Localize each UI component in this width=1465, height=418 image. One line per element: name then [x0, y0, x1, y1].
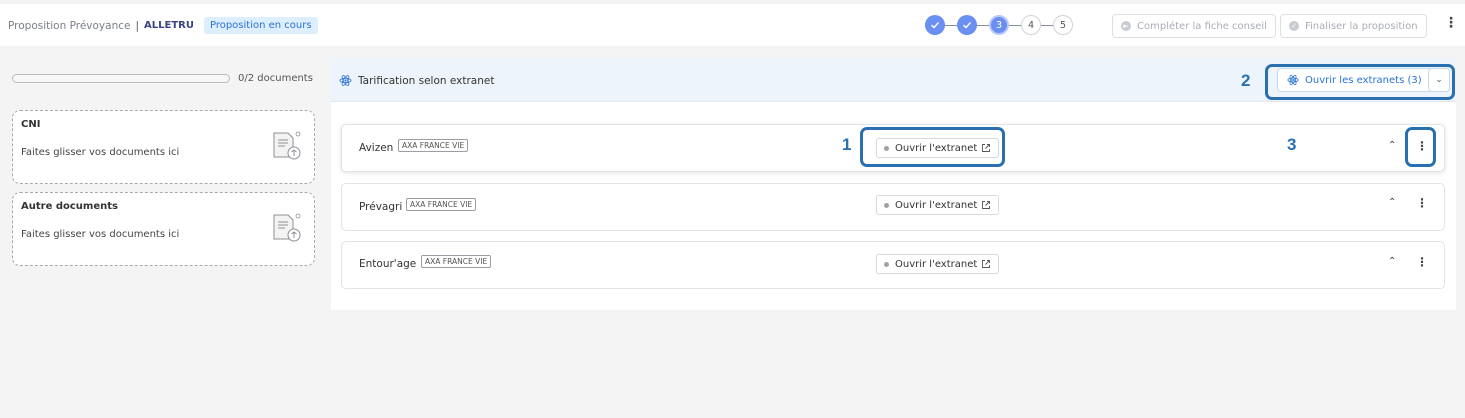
dropzone-title: Autre documents	[21, 201, 118, 212]
insurer-tag: AXA FRANCE VIE	[406, 198, 477, 211]
step-3[interactable]: 3	[989, 15, 1009, 35]
product-card-prevagri: Prévagri AXA FRANCE VIE Ouvrir l'extrane…	[341, 183, 1445, 231]
dropzone-cni[interactable]: CNI Faites glisser vos documents ici	[12, 110, 315, 184]
open-extranet-button[interactable]: Ouvrir l'extranet	[876, 254, 1000, 274]
documents-panel: 0/2 documents CNI Faites glisser vos doc…	[12, 70, 317, 266]
step-connector	[1009, 24, 1021, 26]
highlight-box-2	[1265, 64, 1455, 100]
external-link-icon	[982, 201, 991, 209]
dropzone-hint: Faites glisser vos documents ici	[21, 147, 180, 158]
more-menu-icon[interactable]: ⋮	[1444, 16, 1458, 30]
atom-icon	[339, 75, 352, 86]
documents-progress: 0/2 documents	[12, 70, 317, 86]
more-menu-icon[interactable]: ⋮	[1416, 197, 1428, 209]
step-connector	[1041, 24, 1053, 26]
document-upload-icon	[273, 131, 301, 160]
open-extranet-button[interactable]: Ouvrir l'extranet	[876, 195, 1000, 215]
open-extranet-label: Ouvrir l'extranet	[895, 258, 978, 270]
check-circle-icon: ✓	[1289, 21, 1299, 31]
top-bar: Proposition Prévoyance | ALLETRU Proposi…	[0, 4, 1465, 46]
product-name: Prévagri	[359, 201, 403, 213]
step-connector	[945, 24, 957, 26]
more-menu-icon[interactable]: ⋮	[1416, 256, 1428, 268]
product-card-entourage: Entour'age AXA FRANCE VIE Ouvrir l'extra…	[341, 241, 1445, 289]
complete-advice-form-button[interactable]: ► Compléter la fiche conseil	[1112, 14, 1276, 38]
external-link-icon	[982, 260, 991, 268]
chevron-up-icon[interactable]: ⌃	[1388, 197, 1396, 208]
insurer-tag: AXA FRANCE VIE	[398, 139, 469, 152]
annotation-number-1: 1	[842, 135, 852, 154]
check-icon	[963, 22, 972, 29]
annotation-number-2: 2	[1241, 71, 1251, 90]
title-separator: |	[135, 19, 139, 32]
chevron-up-icon[interactable]: ⌃	[1388, 256, 1396, 267]
open-extranet-label: Ouvrir l'extranet	[895, 199, 978, 211]
arrow-circle-icon: ►	[1121, 21, 1131, 31]
stepper: 3 4 5	[925, 15, 1073, 35]
check-icon	[931, 22, 940, 29]
progress-text: 0/2 documents	[238, 72, 313, 84]
dropzone-hint: Faites glisser vos documents ici	[21, 229, 180, 240]
status-dot-icon	[884, 202, 889, 208]
product-name: Avizen	[359, 142, 394, 154]
pricing-title: Tarification selon extranet	[358, 75, 495, 87]
product-name: Entour'age	[359, 258, 417, 270]
finalize-proposal-label: Finaliser la proposition	[1305, 20, 1418, 32]
highlight-box-1	[860, 127, 1005, 167]
finalize-proposal-button[interactable]: ✓ Finaliser la proposition	[1280, 14, 1427, 38]
step-5[interactable]: 5	[1053, 15, 1073, 35]
breadcrumb: Proposition Prévoyance | ALLETRU Proposi…	[8, 17, 318, 34]
client-name: ALLETRU	[144, 20, 194, 31]
step-2[interactable]	[957, 15, 977, 35]
progress-bar	[12, 73, 230, 83]
step-connector	[977, 24, 989, 26]
annotation-number-3: 3	[1287, 135, 1297, 154]
status-dot-icon	[884, 261, 889, 267]
highlight-box-3	[1405, 127, 1436, 167]
page-title: Proposition Prévoyance	[8, 19, 131, 32]
document-upload-icon	[273, 213, 301, 242]
chevron-up-icon[interactable]: ⌃	[1388, 140, 1396, 151]
insurer-tag: AXA FRANCE VIE	[421, 255, 492, 268]
status-badge: Proposition en cours	[203, 17, 318, 34]
dropzone-other-documents[interactable]: Autre documents Faites glisser vos docum…	[12, 192, 315, 266]
step-1[interactable]	[925, 15, 945, 35]
step-4[interactable]: 4	[1021, 15, 1041, 35]
complete-advice-form-label: Compléter la fiche conseil	[1137, 20, 1267, 32]
dropzone-title: CNI	[21, 119, 41, 130]
